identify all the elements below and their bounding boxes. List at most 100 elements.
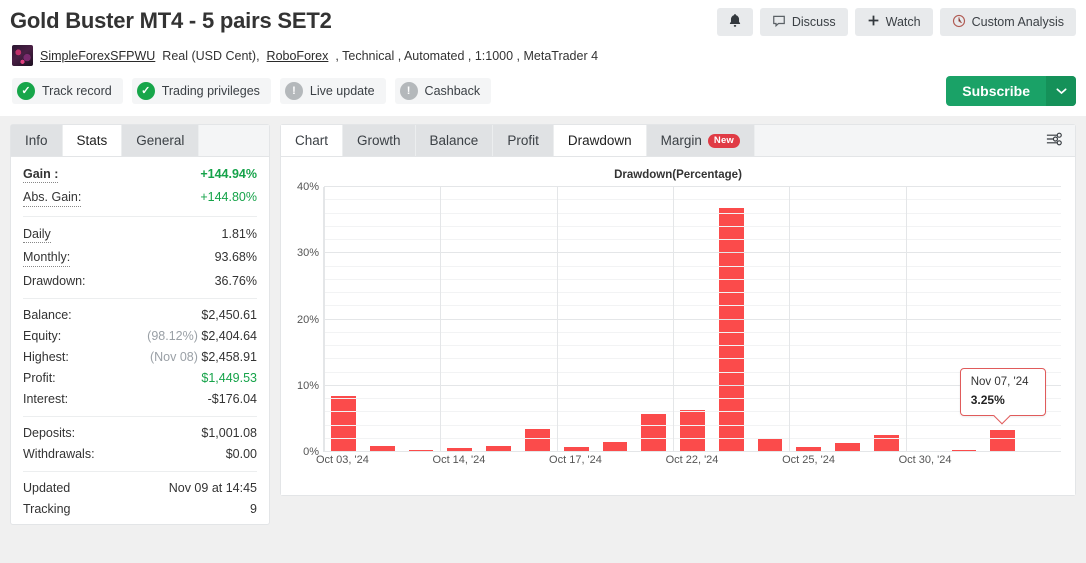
- tab-margin-label: Margin: [660, 133, 702, 148]
- stat-row-monthly: Monthly: 93.68%: [23, 247, 257, 271]
- stat-value: $0.00: [225, 447, 257, 461]
- badge-label: Trading privileges: [161, 84, 260, 98]
- account-name-link[interactable]: SimpleForexSFPWU: [40, 49, 155, 63]
- subscribe-button[interactable]: Subscribe: [946, 76, 1076, 106]
- chart-panel: Chart Growth Balance Profit Drawdown Mar…: [280, 124, 1076, 496]
- new-badge: New: [707, 133, 741, 148]
- tab-profit[interactable]: Profit: [493, 125, 554, 156]
- divider: [23, 297, 257, 299]
- stat-value: (Nov 08) $2,458.91: [150, 350, 257, 364]
- tab-stats[interactable]: Stats: [62, 125, 123, 156]
- gridline-minor: [324, 212, 1061, 214]
- stat-value: $2,450.61: [201, 308, 257, 322]
- tab-growth[interactable]: Growth: [343, 125, 416, 156]
- bar[interactable]: [680, 409, 705, 452]
- discuss-label: Discuss: [791, 15, 836, 29]
- x-tick-label: Oct 22, '24: [665, 454, 719, 466]
- gridline-minor: [324, 345, 1061, 346]
- gridline-minor: [324, 225, 1061, 227]
- plus-icon: [867, 14, 880, 30]
- tab-info[interactable]: Info: [11, 125, 63, 156]
- stat-value: 36.76%: [214, 274, 257, 288]
- badge-trading-privileges[interactable]: ✓ Trading privileges: [131, 78, 271, 104]
- x-tick-label: Oct 17, '24: [549, 454, 602, 466]
- x-tick-label: Oct 03, '24: [315, 454, 369, 466]
- stat-row-deposits: Deposits: $1,001.08: [23, 423, 257, 444]
- stat-row-balance: Balance: $2,450.61: [23, 305, 257, 326]
- stat-value: $1,001.08: [201, 426, 257, 440]
- stats-tabs: Info Stats General: [11, 125, 269, 157]
- stat-value: 9: [250, 502, 257, 516]
- badge-label: Track record: [42, 84, 112, 98]
- badge-label: Live update: [309, 84, 375, 98]
- stat-value: 1.81%: [221, 226, 257, 241]
- gridline-vertical: [440, 187, 442, 452]
- stat-row-highest: Highest: (Nov 08) $2,458.91: [23, 347, 257, 368]
- gridline-minor: [324, 265, 1061, 267]
- stat-value: (98.12%) $2,404.64: [147, 329, 257, 343]
- exclamation-circle-icon: !: [399, 82, 418, 100]
- page-title: Gold Buster MT4 - 5 pairs SET2: [10, 8, 332, 33]
- watch-label: Watch: [885, 15, 921, 29]
- tab-general[interactable]: General: [122, 125, 200, 156]
- custom-analysis-label: Custom Analysis: [971, 15, 1064, 29]
- chevron-down-icon[interactable]: [1046, 76, 1076, 106]
- chart-tabs-spacer: [755, 125, 1033, 156]
- bar[interactable]: [990, 430, 1016, 452]
- chart-settings-button[interactable]: [1033, 125, 1075, 156]
- chart-title: Drawdown(Percentage): [614, 169, 742, 181]
- plot-grid: [323, 186, 1061, 452]
- tab-chart[interactable]: Chart: [281, 125, 344, 156]
- account-type: Real (USD Cent),: [162, 48, 260, 63]
- custom-analysis-button[interactable]: Custom Analysis: [939, 8, 1076, 36]
- tooltip-value: 3.25%: [970, 393, 1005, 408]
- watch-button[interactable]: Watch: [854, 8, 933, 36]
- badge-track-record[interactable]: ✓ Track record: [12, 78, 123, 104]
- divider: [23, 415, 257, 417]
- bar[interactable]: [524, 428, 550, 452]
- account-meta-row: SimpleForexSFPWU Real (USD Cent), RoboFo…: [10, 36, 1076, 70]
- gridline-major: [324, 384, 1061, 386]
- stat-label: Deposits:: [23, 426, 76, 440]
- stat-label: Highest:: [23, 350, 69, 364]
- gridline-vertical: [789, 187, 791, 452]
- badge-row: ✓ Track record ✓ Trading privileges ! Li…: [10, 70, 1076, 116]
- stat-row-withdrawals: Withdrawals: $0.00: [23, 444, 257, 465]
- stats-panel: Info Stats General Gain : +144.94% Abs. …: [10, 124, 270, 525]
- chart-tabs: Chart Growth Balance Profit Drawdown Mar…: [281, 125, 1075, 157]
- gridline-major: [324, 186, 1061, 187]
- bar[interactable]: [718, 208, 744, 452]
- stat-value: -$176.04: [207, 392, 257, 406]
- stat-label: Updated: [23, 481, 71, 495]
- stat-label: Daily: [23, 227, 51, 244]
- bar[interactable]: [641, 414, 667, 452]
- x-tick-label: Oct 14, '24: [432, 454, 486, 466]
- stat-label: Withdrawals:: [23, 447, 95, 461]
- tab-drawdown[interactable]: Drawdown: [553, 125, 647, 156]
- notifications-button[interactable]: [716, 8, 753, 36]
- broker-link[interactable]: RoboForex: [267, 49, 329, 63]
- page-header: Gold Buster MT4 - 5 pairs SET2 Discuss W…: [0, 0, 1086, 116]
- check-circle-icon: ✓: [136, 82, 155, 100]
- tab-balance[interactable]: Balance: [415, 125, 494, 156]
- badge-cashback[interactable]: ! Cashback: [394, 78, 492, 104]
- tab-margin[interactable]: Margin New: [646, 125, 756, 156]
- badge-live-update[interactable]: ! Live update: [279, 78, 386, 104]
- discuss-button[interactable]: Discuss: [759, 8, 848, 36]
- gridline-vertical: [324, 187, 325, 452]
- gridline-minor: [324, 398, 1061, 399]
- stat-row-profit: Profit: $1,449.53: [23, 368, 257, 389]
- stat-subvalue: (Nov 08): [149, 350, 198, 364]
- content-area: Info Stats General Gain : +144.94% Abs. …: [0, 116, 1086, 525]
- badge-label: Cashback: [424, 84, 481, 98]
- y-tick-label: 30%: [296, 247, 319, 260]
- drawdown-bar-chart[interactable]: 0% 10% 20% 30% 40% Oct 03, '24 Oct 14, '24 Oct…: [289, 181, 1067, 482]
- gridline-major: [324, 451, 1061, 452]
- y-tick-label: 10%: [296, 379, 319, 392]
- stat-label: Monthly:: [23, 250, 71, 267]
- bar-series: [324, 187, 1061, 452]
- bar[interactable]: [757, 438, 783, 452]
- stat-label: Drawdown:: [23, 274, 86, 288]
- x-tick-label: Oct 30, '24: [898, 454, 952, 466]
- stat-label: Balance:: [23, 308, 72, 322]
